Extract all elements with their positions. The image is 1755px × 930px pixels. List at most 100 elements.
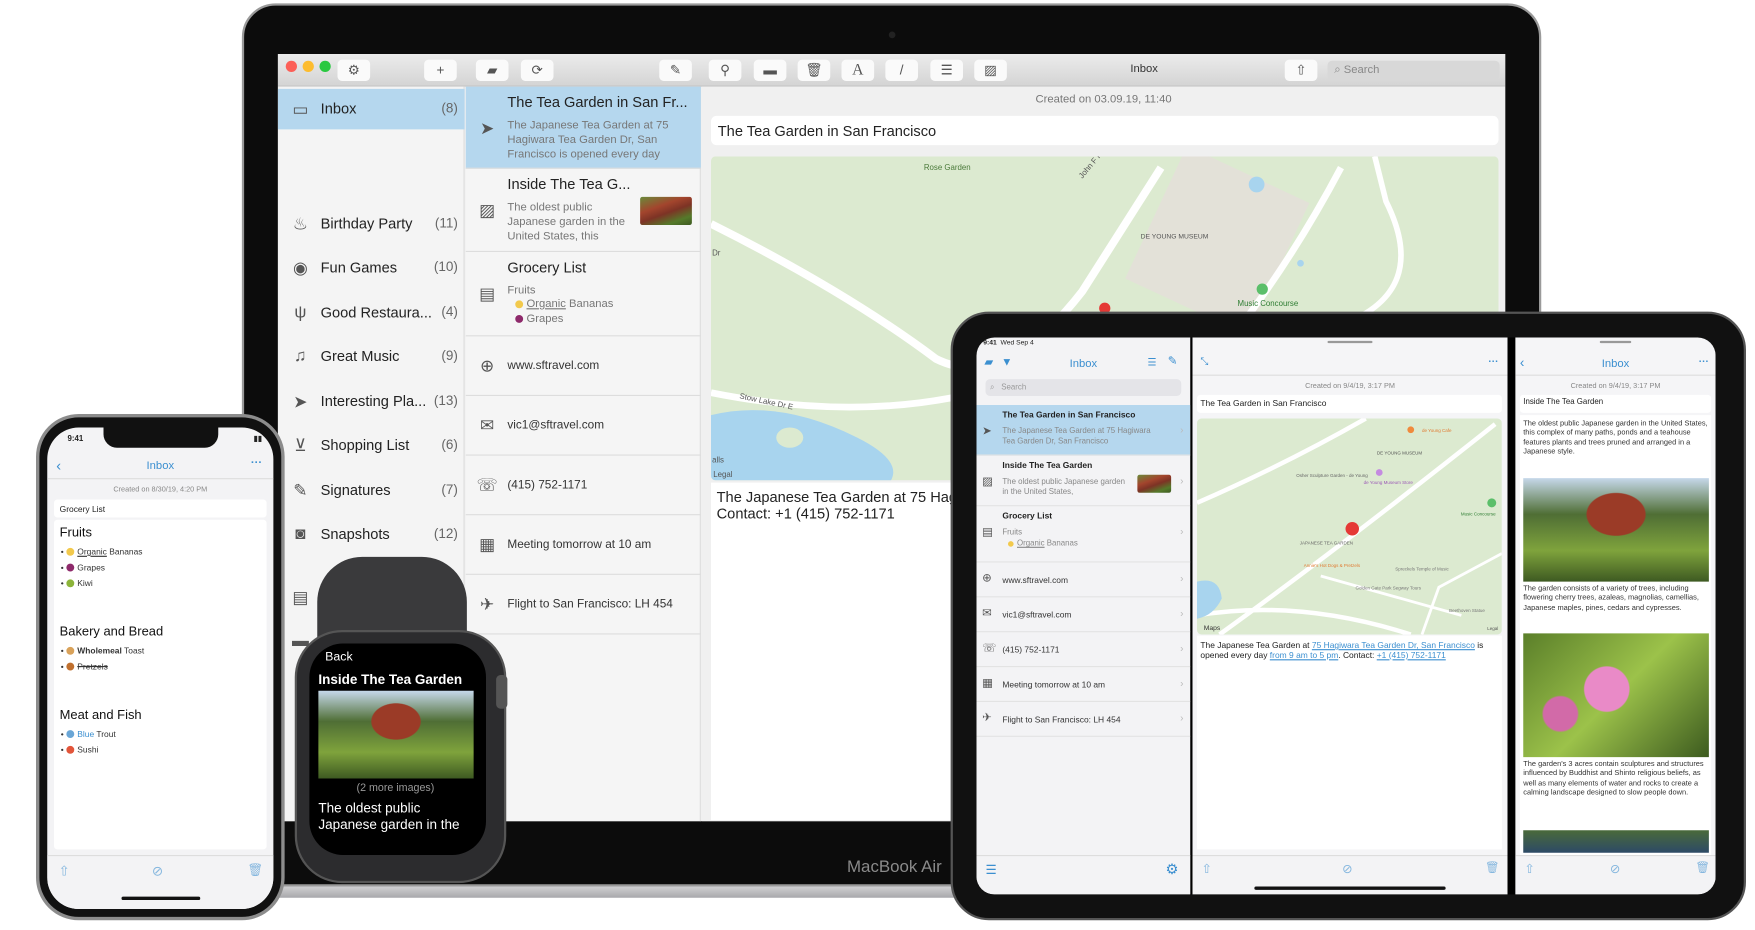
time-link[interactable]: from 9 am to 5 pm	[1270, 650, 1338, 660]
sidebar-item-good-restaura[interactable]: ψ Good Restaura... (4)	[278, 293, 465, 334]
note-image[interactable]	[1523, 633, 1709, 758]
delete-button[interactable]: 🗑	[797, 59, 831, 81]
item-text: Sushi	[77, 744, 99, 755]
note-list-item[interactable]: ✈ › Flight to San Francisco: LH 454	[976, 702, 1191, 737]
trash-icon[interactable]: 🗑	[1485, 862, 1499, 874]
note-image[interactable]	[318, 690, 474, 779]
expand-icon[interactable]: ⤡	[1200, 356, 1208, 368]
share-icon[interactable]: ⇧	[59, 863, 70, 879]
airplane-icon: ✈	[982, 712, 992, 725]
note-list-item[interactable]: ☏ › (415) 752-1171	[976, 632, 1191, 668]
note-list-item[interactable]: ▤ › Grocery List Fruits Organic Bananas	[976, 506, 1191, 563]
note-list-item[interactable]: ▨ Inside The Tea G... The oldest public Ja…	[465, 169, 701, 252]
back-button[interactable]: Back	[325, 650, 353, 664]
note-list-item[interactable]: ▦ Meeting tomorrow at 10 am	[465, 515, 701, 575]
bullet: •	[60, 744, 67, 755]
sidebar-item-great-music[interactable]: ♫ Great Music (9)	[278, 336, 465, 377]
drag-handle[interactable]	[1327, 340, 1373, 344]
insert-image-button[interactable]: ▨	[974, 59, 1007, 81]
list-button[interactable]: ☰	[930, 59, 963, 81]
close-window-button[interactable]	[285, 60, 297, 72]
mac-toolbar: ⚙ + ▰ ⟳ ✎ ⚲ ▬ 🗑 A / ☰ ▨ Inbox ⇧ ⌕ Search	[277, 54, 1506, 87]
drag-handle[interactable]	[1599, 340, 1632, 344]
font-button[interactable]: A	[841, 59, 875, 81]
digital-crown[interactable]	[496, 675, 508, 709]
item-text: Trout	[94, 729, 116, 740]
note-list-item[interactable]: ✉ vic1@sftravel.com	[465, 396, 701, 456]
note-body[interactable]: Fruits • Organic Bananas • Grapes • Kiwi Bak…	[54, 519, 267, 850]
sidebar-item-shopping-list[interactable]: ⊻ Shopping List (6)	[278, 425, 465, 466]
emoji-banana	[515, 300, 524, 309]
archive-button[interactable]: ▬	[753, 59, 787, 81]
sidebar-item-birthday-party[interactable]: ♨ Birthday Party (11)	[278, 204, 465, 245]
add-folder-button[interactable]: +	[424, 59, 457, 81]
poi-store	[1375, 469, 1383, 476]
brush-icon: /	[899, 61, 904, 78]
share-icon[interactable]: ⇧	[1524, 862, 1534, 877]
trash-icon[interactable]: 🗑	[1695, 862, 1709, 874]
nav-title: Inbox	[1601, 357, 1630, 371]
note-image[interactable]	[1523, 478, 1709, 582]
sidebar-item-snapshots[interactable]: ◙ Snapshots (12)	[278, 514, 465, 555]
new-note-button[interactable]: ✎	[659, 59, 692, 81]
more-icon[interactable]: ···	[251, 457, 262, 469]
sort-icon[interactable]: ☰	[1148, 357, 1157, 369]
compose-icon[interactable]: ✎	[1168, 356, 1177, 368]
folders-button[interactable]: ▰	[475, 59, 509, 81]
share-icon[interactable]: ⇧	[1202, 862, 1212, 877]
sidebar-item-inbox[interactable]: ▭ Inbox (8)	[277, 88, 465, 130]
sidebar-item-fun-games[interactable]: ◉ Fun Games (10)	[278, 248, 465, 289]
settings-button[interactable]: ⚙	[337, 59, 371, 81]
search-input[interactable]: ⌕ Search	[985, 379, 1182, 396]
note-list-item[interactable]: ⊕ › www.sftravel.com	[976, 563, 1191, 598]
created-date: Created on 8/30/19, 4:20 PM	[113, 486, 208, 494]
search-placeholder: Search	[1001, 383, 1027, 392]
link-icon[interactable]: ⊘	[1610, 862, 1620, 877]
map-label-cafe: de Young Cafe	[1422, 428, 1452, 433]
note-list-item[interactable]: ➤ The Tea Garden in San Fr... The Japanese…	[465, 86, 701, 169]
emoji-icon	[66, 745, 74, 754]
address-link[interactable]: 75 Hagiwara Tea Garden Dr, San Francisco	[1312, 640, 1475, 650]
note-title-field[interactable]: The Tea Garden in San Francisco	[1197, 394, 1502, 413]
color-button[interactable]: /	[885, 59, 918, 81]
note-list-item[interactable]: ▨ › Inside The Tea Garden The oldest public…	[976, 456, 1191, 507]
link-icon[interactable]: ⊘	[1342, 862, 1352, 877]
checklist-icon[interactable]: ☰	[986, 863, 997, 878]
map-label-sculpture: Osher Sculpture Garden - de Young	[1296, 473, 1368, 478]
pin-button[interactable]: ⚲	[708, 59, 742, 81]
more-icon[interactable]: ···	[1488, 356, 1498, 367]
note-title-field[interactable]: The Tea Garden in San Francisco	[711, 115, 1499, 146]
bullet: •	[60, 546, 67, 557]
note-body[interactable]: The Japanese Tea Garden at 75 Hagiwara T…	[1197, 635, 1502, 850]
note-list-item[interactable]: ▦ › Meeting tomorrow at 10 am	[976, 667, 1191, 702]
phone-link[interactable]: +1 (415) 752-1171	[1377, 650, 1446, 660]
sync-button[interactable]: ⟳	[520, 59, 554, 81]
note-list-item[interactable]: ⊕ www.sftravel.com	[465, 336, 701, 396]
note-list-item[interactable]: ▤ Grocery List Fruits Organic Bananas Grapes	[465, 252, 701, 337]
note-list-item[interactable]: ✉ › vic1@sftravel.com	[976, 597, 1191, 633]
more-icon[interactable]: ···	[1699, 356, 1709, 367]
created-date: Created on 9/4/19, 3:17 PM	[1570, 382, 1661, 391]
map[interactable]: de Young Cafe DE YOUNG MUSEUM de Young M…	[1197, 418, 1502, 635]
share-button[interactable]: ⇧	[1284, 59, 1318, 81]
link-icon[interactable]: ⊘	[152, 863, 163, 879]
maps-logo: Maps	[1204, 625, 1221, 632]
sidebar-item-interesting-pla[interactable]: ➤ Interesting Pla... (13)	[278, 381, 465, 422]
minimize-window-button[interactable]	[302, 60, 314, 72]
emoji-banana	[1008, 541, 1014, 547]
note-title-field[interactable]: Grocery List	[54, 499, 267, 518]
note-list-item[interactable]: ➤ › The Tea Garden in San Francisco The Jap…	[976, 405, 1191, 456]
search-input[interactable]: ⌕ Search	[1327, 60, 1500, 80]
note-list-item[interactable]: ✈ Flight to San Francisco: LH 454	[465, 575, 701, 635]
list-item: • Sushi	[61, 745, 99, 755]
zoom-window-button[interactable]	[319, 60, 331, 72]
trash-icon[interactable]: 🗑	[248, 863, 264, 878]
envelope-icon: ✉	[982, 607, 992, 620]
note-list-item[interactable]: ☏ (415) 752-1171	[465, 456, 701, 516]
note-thumbnail	[1137, 474, 1172, 493]
sidebar-item-signatures[interactable]: ✎ Signatures (7)	[278, 470, 465, 511]
note-image[interactable]	[1523, 830, 1709, 853]
gear-icon[interactable]: ⚙	[1166, 861, 1179, 879]
music-icon: ♫	[294, 346, 307, 366]
note-title-field[interactable]: Inside The Tea Garden	[1519, 394, 1712, 413]
